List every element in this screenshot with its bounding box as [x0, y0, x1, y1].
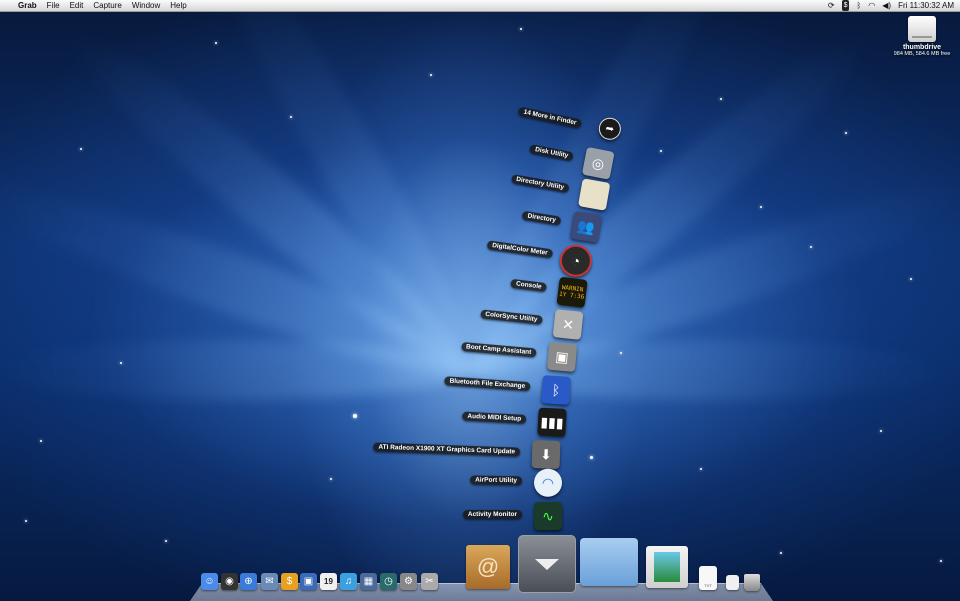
menu-help[interactable]: Help [165, 0, 191, 11]
bluetooth-icon: ᛒ [541, 375, 571, 405]
text-file-label: TXT [704, 583, 712, 588]
fan-item[interactable]: AirPort Utility ◠ [470, 468, 563, 497]
menu-capture[interactable]: Capture [88, 0, 126, 11]
fan-item-label: Audio MIDI Setup [462, 411, 527, 424]
fan-item[interactable]: Console WARNIN 1Y 7:36 [510, 276, 588, 308]
document-icon[interactable] [726, 575, 739, 590]
fan-item[interactable]: Bluetooth File Exchange ᛒ [444, 375, 571, 405]
chevron-down-icon [535, 558, 559, 570]
desktop-drive[interactable]: thumbdrive 984 MB, 584.6 MB free [890, 16, 954, 57]
menu-file[interactable]: File [42, 0, 65, 11]
download-icon: ⬇ [531, 440, 561, 469]
preview-stack-icon[interactable] [646, 546, 688, 588]
spaces-icon[interactable]: ▦ [360, 573, 377, 590]
fan-item[interactable]: DigitalColor Meter ◔ [486, 240, 594, 279]
bootcamp-icon: ▣ [546, 341, 578, 372]
wifi-icon: ◠ [533, 468, 563, 497]
menu-bar: Grab File Edit Capture Window Help ⟳ $ ᛒ… [0, 0, 960, 12]
fan-item[interactable]: Boot Camp Assistant ▣ [460, 341, 578, 372]
fan-item[interactable]: Activity Monitor ∿ [462, 502, 562, 530]
system-preferences-icon[interactable]: ⚙ [400, 573, 417, 590]
fan-item[interactable]: 14 More in Finder ➦ [517, 106, 623, 147]
utility-icon[interactable]: ✂ [421, 573, 438, 590]
itunes-icon[interactable]: ♫ [340, 573, 357, 590]
volume-icon[interactable]: ◀) [882, 0, 891, 11]
clock[interactable]: Fri 11:30:32 AM [898, 0, 954, 11]
drive-name: thumbdrive [902, 44, 942, 51]
time-machine-icon[interactable]: ◷ [380, 573, 397, 590]
fan-item[interactable]: Directory 👥 [521, 210, 603, 243]
arrow-right-icon: ➦ [596, 115, 623, 142]
utilities-stack-toggle[interactable] [518, 535, 576, 593]
address-book-icon[interactable]: @ [466, 545, 510, 589]
bluetooth-icon[interactable]: ᛒ [856, 0, 861, 11]
text-file-icon[interactable]: TXT [699, 566, 717, 590]
drive-icon [908, 16, 936, 42]
mail-icon[interactable]: ✉ [261, 573, 278, 590]
trash-icon[interactable] [744, 574, 760, 591]
sync-icon[interactable]: ⟳ [828, 0, 835, 11]
calendar-icon[interactable]: 19 [320, 573, 337, 590]
map-icon [577, 178, 611, 211]
fan-item[interactable]: ATI Radeon X1900 XT Graphics Card Update… [373, 440, 561, 469]
fan-item-label: ATI Radeon X1900 XT Graphics Card Update [373, 442, 521, 457]
fan-item-label: 14 More in Finder [517, 106, 583, 129]
piano-icon: ▮▮▮ [537, 407, 567, 437]
fan-item[interactable]: Audio MIDI Setup ▮▮▮ [462, 407, 567, 437]
folder-icon[interactable] [580, 538, 638, 586]
fan-item-label: AirPort Utility [470, 475, 523, 486]
menu-app-name[interactable]: Grab [13, 0, 42, 11]
disk-utility-icon: ◎ [581, 146, 615, 180]
drive-size: 984 MB, 584.6 MB free [893, 51, 951, 57]
fan-item-label: Activity Monitor [462, 510, 522, 519]
preview-icon[interactable]: ▣ [300, 573, 317, 590]
fan-item[interactable]: Directory Utility [510, 174, 611, 211]
wifi-icon[interactable]: ◠ [868, 0, 875, 11]
monitor-icon: ∿ [534, 502, 562, 530]
menu-window[interactable]: Window [127, 0, 165, 11]
fan-item[interactable]: Disk Utility ◎ [529, 144, 615, 180]
dashboard-icon[interactable]: ◉ [221, 573, 238, 590]
wrench-icon: ✕ [552, 309, 584, 340]
finder-icon[interactable]: ☺ [201, 573, 218, 590]
dollar-icon[interactable]: $ [281, 573, 298, 590]
dollar-icon[interactable]: $ [841, 0, 850, 11]
safari-icon[interactable]: ⊕ [240, 573, 257, 590]
console-icon: WARNIN 1Y 7:36 [556, 276, 588, 308]
people-icon: 👥 [570, 210, 603, 243]
fan-item[interactable]: ColorSync Utility ✕ [479, 309, 584, 340]
menu-edit[interactable]: Edit [65, 0, 89, 11]
